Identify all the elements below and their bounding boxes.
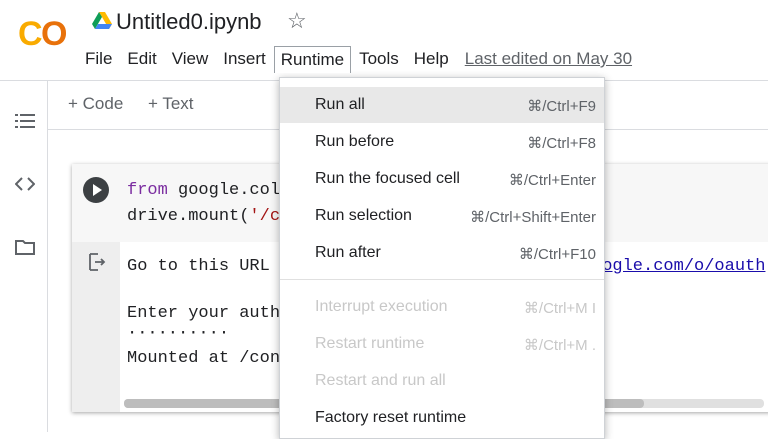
add-code-button[interactable]: + Code [68, 94, 123, 114]
menu-runtime[interactable]: Runtime [273, 45, 352, 73]
notebook-title[interactable]: Untitled0.ipynb [116, 9, 262, 35]
menu-interrupt-execution: Interrupt execution ⌘/Ctrl+M I [315, 298, 596, 317]
menu-file[interactable]: File [78, 46, 119, 72]
menu-run-selection[interactable]: Run selection ⌘/Ctrl+Shift+Enter [280, 198, 604, 234]
menu-restart-runtime: Restart runtime ⌘/Ctrl+M . [315, 335, 596, 354]
menu-run-before[interactable]: Run before ⌘/Ctrl+F8 [280, 124, 604, 160]
toc-icon[interactable] [14, 111, 36, 131]
google-drive-icon[interactable] [92, 12, 112, 30]
svg-text:C: C [18, 15, 43, 52]
colab-logo[interactable]: C O [18, 14, 68, 52]
menu-edit[interactable]: Edit [120, 46, 163, 72]
menu-bar: File Edit View Insert Runtime Tools Help… [78, 45, 632, 73]
add-text-button[interactable]: + Text [148, 94, 194, 114]
oauth-link[interactable]: oogle.com/o/oauth [592, 257, 765, 276]
output-line-4: Mounted at /con [127, 349, 281, 368]
menu-help[interactable]: Help [407, 46, 456, 72]
menu-run-after[interactable]: Run after ⌘/Ctrl+F10 [280, 235, 604, 271]
runtime-menu: Run all ⌘/Ctrl+F9 Run before ⌘/Ctrl+F8 Run… [279, 77, 605, 439]
menu-run-focused-cell[interactable]: Run the focused cell ⌘/Ctrl+Enter [280, 161, 604, 197]
header: C O Untitled0.ipynb ☆ File Edit View Ins… [0, 0, 768, 81]
menu-factory-reset-runtime[interactable]: Factory reset runtime [280, 400, 604, 436]
menu-separator [280, 279, 604, 280]
menu-insert[interactable]: Insert [216, 46, 273, 72]
code-snippets-icon[interactable] [14, 174, 36, 194]
menu-view[interactable]: View [165, 46, 216, 72]
files-icon[interactable] [14, 237, 36, 257]
output-line-3: ·········· [127, 324, 230, 343]
star-icon[interactable]: ☆ [287, 8, 307, 34]
menu-tools[interactable]: Tools [352, 46, 406, 72]
output-line-1: Go to this URL [127, 257, 270, 276]
menu-run-all[interactable]: Run all ⌘/Ctrl+F9 [280, 87, 604, 123]
output-line-2: Enter your auth [127, 304, 281, 323]
svg-text:O: O [41, 15, 67, 52]
run-cell-button[interactable] [83, 177, 109, 203]
menu-restart-and-run-all: Restart and run all [315, 372, 446, 389]
code-line-1: from google.col [127, 181, 281, 200]
output-gutter [72, 242, 120, 412]
last-edited-link[interactable]: Last edited on May 30 [465, 49, 632, 69]
left-sidebar [0, 81, 48, 432]
code-line-2: drive.mount('/c [127, 207, 281, 226]
clear-output-icon[interactable] [86, 252, 106, 277]
